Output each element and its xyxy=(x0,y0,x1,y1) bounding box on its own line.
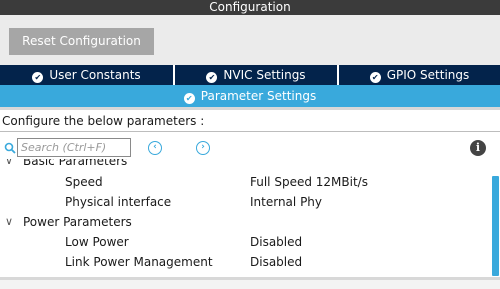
search-previous-button[interactable]: ‹ xyxy=(148,141,162,155)
group-label: Basic Parameters xyxy=(23,159,128,168)
parameter-value[interactable]: Full Speed 12MBit/s xyxy=(250,172,368,192)
search-next-button[interactable]: › xyxy=(196,141,210,155)
check-circle-icon: ✔ xyxy=(206,72,218,83)
info-icon[interactable]: i xyxy=(470,140,486,156)
tab-nvic-settings[interactable]: ✔ NVIC Settings xyxy=(175,65,337,85)
footer-area xyxy=(0,280,500,289)
tab-label: NVIC Settings xyxy=(223,68,306,82)
parameter-name: Speed xyxy=(65,175,103,189)
tab-parameter-settings[interactable]: ✔ Parameter Settings xyxy=(0,85,500,107)
search-input[interactable] xyxy=(17,138,131,157)
chevron-left-icon: ‹ xyxy=(153,142,157,152)
group-label: Power Parameters xyxy=(23,215,132,229)
parameter-row-link-power-management[interactable]: Link Power Management Disabled xyxy=(0,252,490,272)
tab-label: User Constants xyxy=(49,68,141,82)
parameter-row-low-power[interactable]: Low Power Disabled xyxy=(0,232,490,252)
parameter-value[interactable]: Disabled xyxy=(250,252,302,272)
search-bar: ‹ › i xyxy=(0,137,500,159)
tree-group-basic-parameters[interactable]: ∨ Basic Parameters xyxy=(0,159,490,171)
chevron-down-icon: ∨ xyxy=(5,159,14,167)
parameter-value[interactable]: Internal Phy xyxy=(250,192,322,212)
tab-label: GPIO Settings xyxy=(386,68,470,82)
parameter-row-speed[interactable]: Speed Full Speed 12MBit/s xyxy=(0,172,490,192)
parameter-name: Low Power xyxy=(65,235,129,249)
check-circle-icon: ✔ xyxy=(183,93,195,104)
tab-user-constants[interactable]: ✔ User Constants xyxy=(0,65,173,85)
tab-gpio-settings[interactable]: ✔ GPIO Settings xyxy=(339,65,500,85)
chevron-right-icon: › xyxy=(201,142,205,152)
reset-configuration-button[interactable]: Reset Configuration xyxy=(9,28,154,55)
parameter-tree: ∨ Basic Parameters Speed Full Speed 12MB… xyxy=(0,159,500,277)
check-circle-icon: ✔ xyxy=(369,72,381,83)
tree-group-power-parameters[interactable]: ∨ Power Parameters xyxy=(0,212,490,232)
parameter-row-physical-interface[interactable]: Physical interface Internal Phy xyxy=(0,192,490,212)
parameter-value[interactable]: Disabled xyxy=(250,232,302,252)
check-circle-icon: ✔ xyxy=(32,72,44,83)
window-title: Configuration xyxy=(0,0,500,15)
search-icon xyxy=(4,142,16,154)
toolbar: Reset Configuration xyxy=(0,15,500,65)
vertical-scrollbar[interactable] xyxy=(492,176,499,276)
parameter-name: Physical interface xyxy=(65,195,172,209)
instruction-text: Configure the below parameters : xyxy=(0,110,500,132)
tab-label: Parameter Settings xyxy=(200,89,317,103)
chevron-down-icon: ∨ xyxy=(5,215,14,228)
parameter-name: Link Power Management xyxy=(65,255,213,269)
tab-bar: ✔ User Constants ✔ NVIC Settings ✔ GPIO Set… xyxy=(0,65,500,85)
